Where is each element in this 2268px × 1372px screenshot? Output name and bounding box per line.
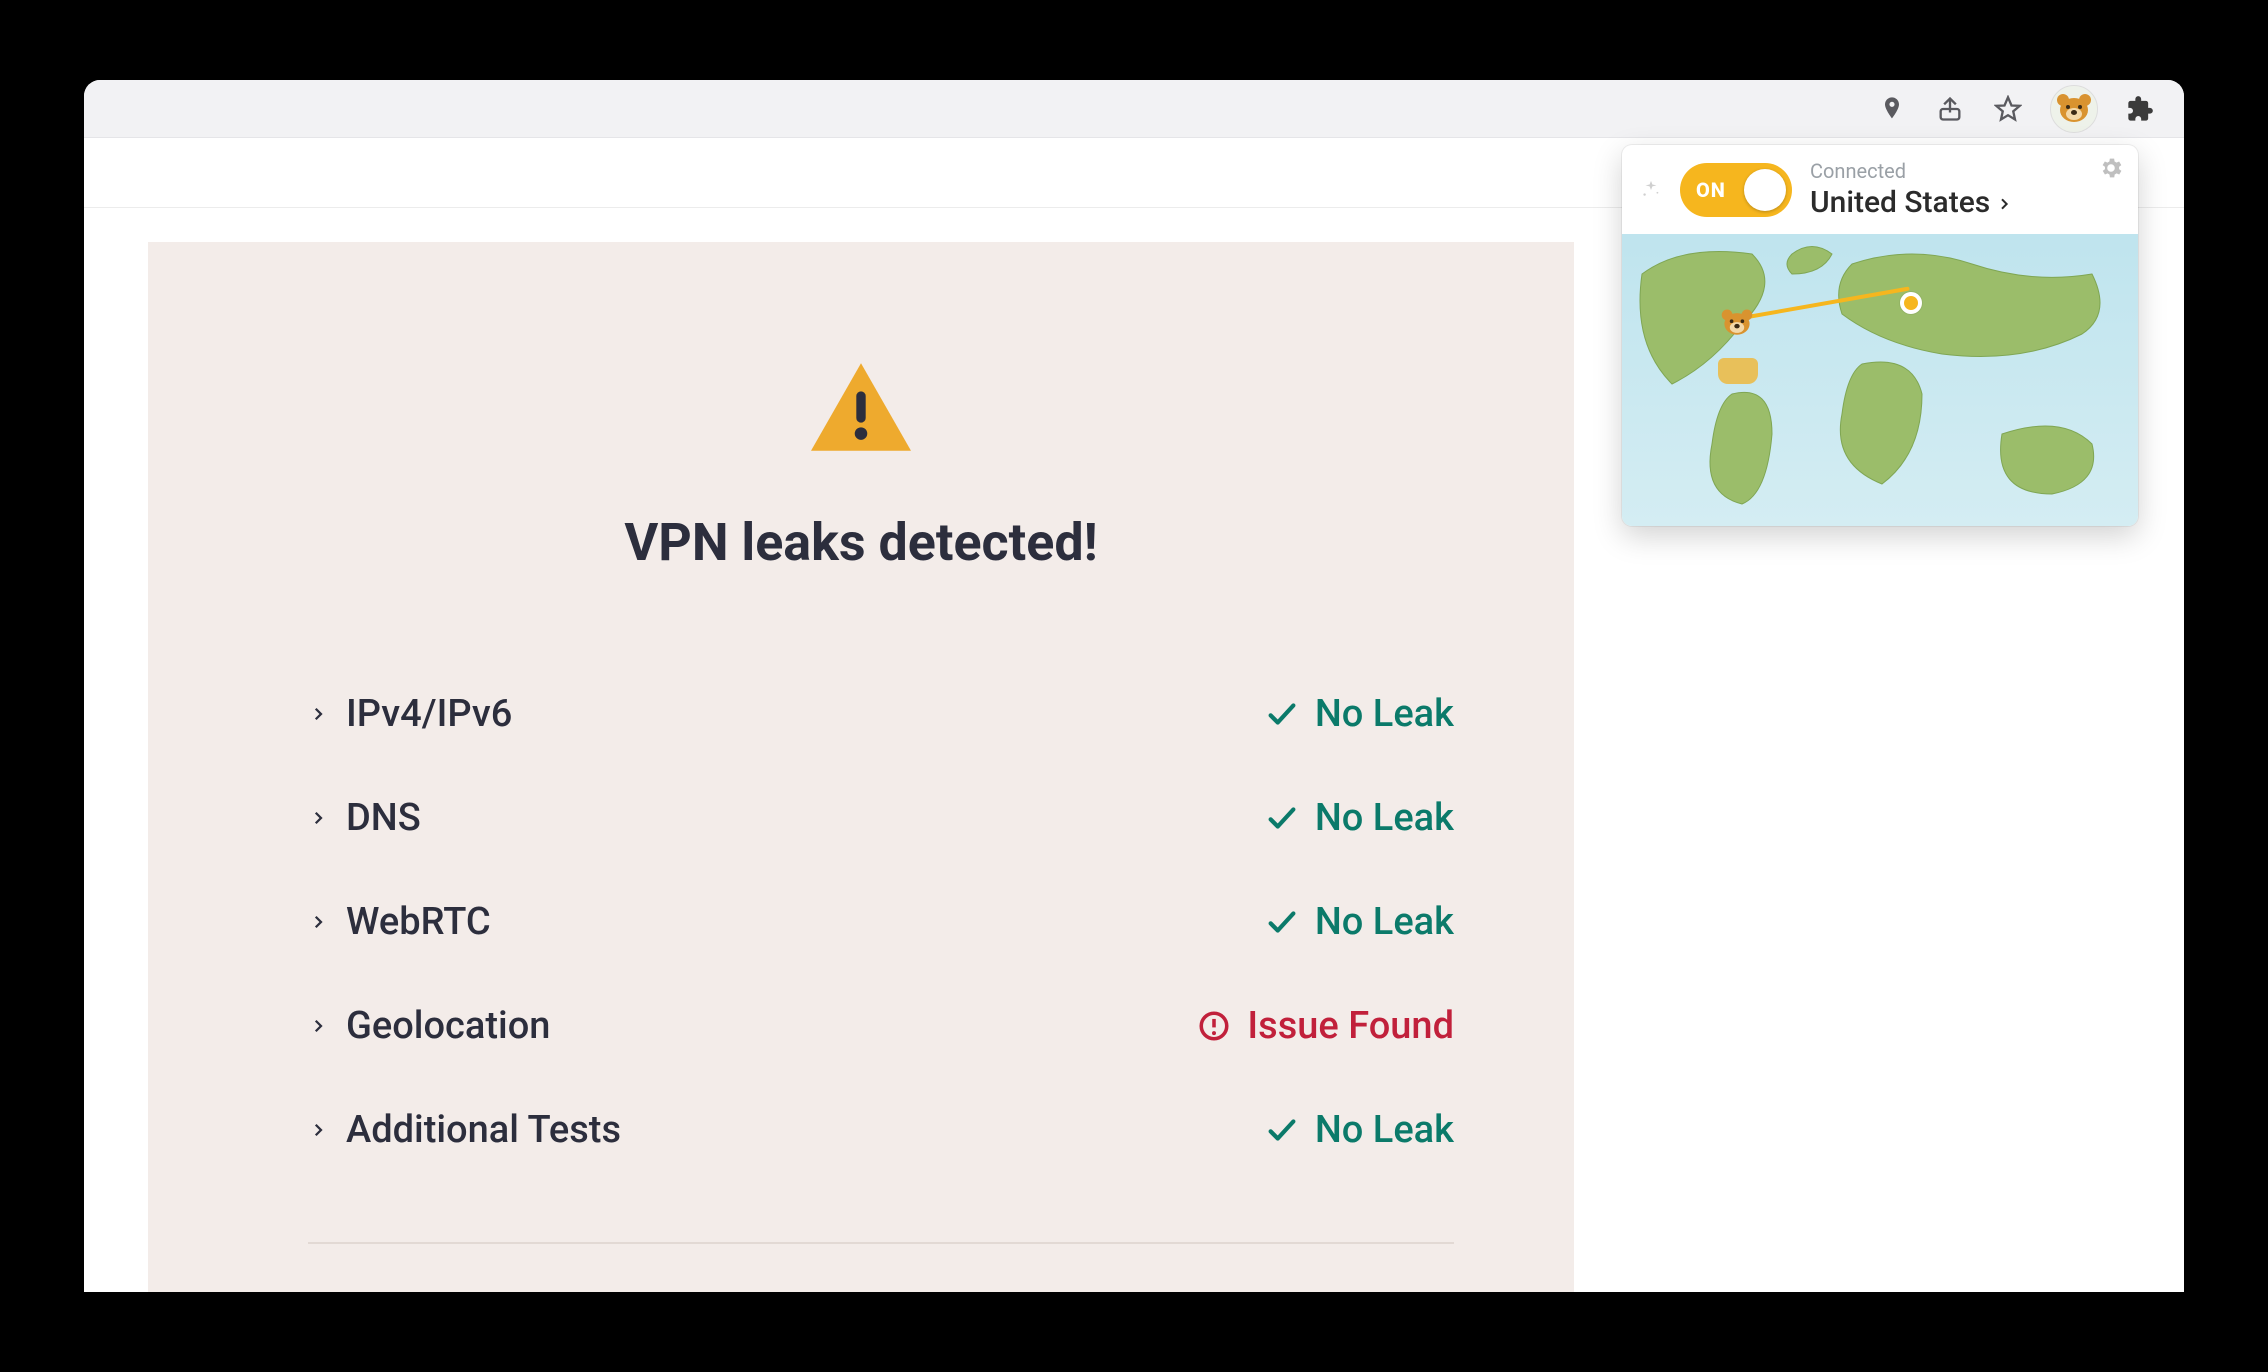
test-list: IPv4/IPv6 No Leak DNS No Leak WebRTC No Leak G… (308, 662, 1454, 1182)
test-status-label: No Leak (1315, 692, 1454, 736)
chevron-right-icon (308, 1016, 328, 1036)
share-icon[interactable] (1934, 93, 1966, 125)
gear-icon[interactable] (2098, 155, 2124, 181)
check-icon (1265, 801, 1299, 835)
leak-results-panel: VPN leaks detected! IPv4/IPv6 No Leak DNS N… (148, 242, 1574, 1292)
check-icon (1265, 905, 1299, 939)
star-icon[interactable] (1992, 93, 2024, 125)
test-status-label: No Leak (1315, 796, 1454, 840)
chevron-right-icon (308, 808, 328, 828)
test-status: No Leak (1265, 900, 1454, 944)
sparkle-icon (1640, 179, 1662, 201)
test-name: Geolocation (346, 1004, 550, 1048)
page-title: VPN leaks detected! (148, 512, 1574, 573)
toggle-knob (1744, 169, 1786, 211)
test-name: IPv4/IPv6 (346, 692, 512, 736)
chevron-right-icon (308, 704, 328, 724)
test-row[interactable]: DNS No Leak (308, 766, 1454, 870)
browser-window: VPN leaks detected! IPv4/IPv6 No Leak DNS N… (84, 80, 2184, 1292)
connection-country: United States (1810, 185, 2012, 220)
chevron-right-icon (308, 1120, 328, 1140)
test-row-left: WebRTC (308, 900, 491, 944)
test-row[interactable]: WebRTC No Leak (308, 870, 1454, 974)
bear-icon (2057, 94, 2091, 124)
extension-header: ON Connected United States (1622, 145, 2138, 234)
test-row-left: Geolocation (308, 1004, 550, 1048)
connection-status: Connected (1810, 159, 2012, 183)
puzzle-icon[interactable] (2124, 93, 2156, 125)
vpn-extension-icon[interactable] (2050, 85, 2098, 133)
test-name: WebRTC (346, 900, 491, 944)
browser-toolbar (84, 80, 2184, 138)
test-row[interactable]: Geolocation Issue Found (308, 974, 1454, 1078)
test-row-left: Additional Tests (308, 1108, 621, 1152)
server-endpoint-icon (1900, 292, 1922, 314)
vpn-toggle[interactable]: ON (1680, 163, 1792, 217)
origin-pin-icon (1718, 308, 1758, 364)
test-status-label: No Leak (1315, 900, 1454, 944)
check-icon (1265, 1113, 1299, 1147)
world-map[interactable] (1622, 234, 2138, 526)
chevron-right-icon (1996, 185, 2012, 220)
test-status-label: Issue Found (1247, 1004, 1454, 1048)
test-status-label: No Leak (1315, 1108, 1454, 1152)
test-status: No Leak (1265, 796, 1454, 840)
vpn-extension-popup: ON Connected United States (1622, 145, 2138, 526)
test-status: No Leak (1265, 692, 1454, 736)
divider (308, 1242, 1454, 1244)
toggle-label: ON (1696, 178, 1726, 202)
check-icon (1265, 697, 1299, 731)
alert-circle-icon (1197, 1009, 1231, 1043)
test-row-left: IPv4/IPv6 (308, 692, 512, 736)
chevron-right-icon (308, 912, 328, 932)
test-name: Additional Tests (346, 1108, 621, 1152)
country-selector[interactable]: Connected United States (1810, 159, 2012, 220)
test-status: Issue Found (1197, 1004, 1454, 1048)
test-name: DNS (346, 796, 421, 840)
test-row-left: DNS (308, 796, 421, 840)
warning-triangle-icon (811, 362, 911, 456)
location-pin-icon[interactable] (1876, 93, 1908, 125)
test-status: No Leak (1265, 1108, 1454, 1152)
test-row[interactable]: Additional Tests No Leak (308, 1078, 1454, 1182)
country-name: United States (1810, 185, 1990, 220)
test-row[interactable]: IPv4/IPv6 No Leak (308, 662, 1454, 766)
screenshot-stage: VPN leaks detected! IPv4/IPv6 No Leak DNS N… (0, 0, 2268, 1372)
